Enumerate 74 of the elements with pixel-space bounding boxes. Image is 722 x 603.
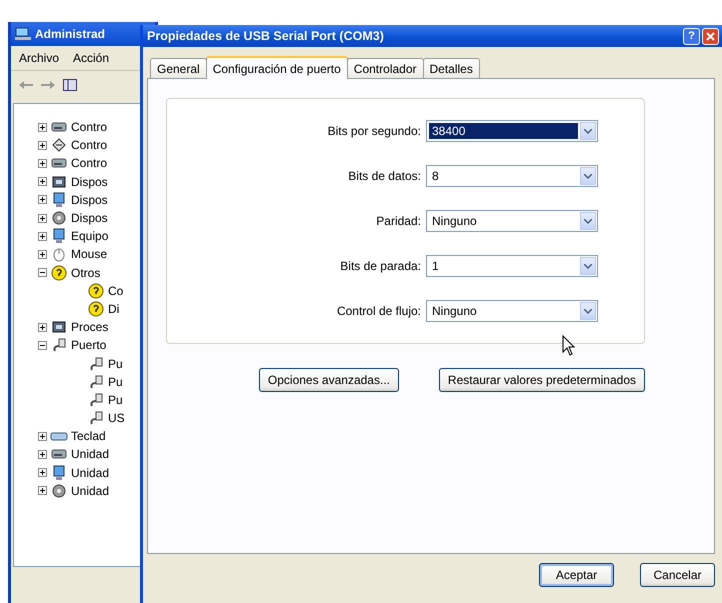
dropdown-field[interactable]: 8 bbox=[426, 165, 598, 187]
field-label: Control de flujo: bbox=[336, 304, 421, 318]
device-icon bbox=[50, 264, 68, 282]
tree-item[interactable]: Puerto bbox=[71, 338, 106, 352]
tree-item[interactable]: Proces bbox=[71, 320, 108, 334]
tab[interactable]: Configuración de puerto bbox=[206, 56, 348, 79]
expand-toggle-icon[interactable] bbox=[38, 322, 47, 332]
dropdown-value: Ninguno bbox=[431, 213, 478, 229]
advanced-options-button[interactable]: Opciones avanzadas... bbox=[258, 368, 399, 392]
tab[interactable]: General bbox=[150, 58, 207, 78]
expand-toggle-icon[interactable] bbox=[38, 450, 47, 459]
expand-toggle-icon[interactable] bbox=[38, 432, 47, 441]
dialog-title: Propiedades de USB Serial Port (COM3) bbox=[147, 29, 384, 43]
expand-toggle-icon[interactable] bbox=[38, 140, 47, 150]
field-label: Bits de datos: bbox=[347, 169, 421, 183]
tree-item[interactable]: Pu bbox=[108, 356, 123, 371]
tree-item[interactable]: Unidad bbox=[71, 466, 110, 480]
device-icon bbox=[50, 482, 68, 500]
ok-button[interactable]: Aceptar bbox=[539, 563, 614, 587]
dropdown-field[interactable]: Ninguno bbox=[426, 210, 598, 232]
expand-toggle-icon[interactable] bbox=[38, 250, 47, 259]
tree-item[interactable]: Pu bbox=[108, 392, 123, 407]
expand-toggle-icon[interactable] bbox=[38, 177, 47, 186]
tab[interactable]: Detalles bbox=[422, 58, 480, 78]
menu-item[interactable]: Acción bbox=[73, 51, 110, 65]
dropdown-value: 1 bbox=[431, 258, 440, 274]
tree-item[interactable]: Unidad bbox=[71, 447, 110, 462]
tree-item[interactable]: Otros bbox=[71, 266, 100, 280]
field-label: Paridad: bbox=[375, 214, 421, 228]
dropdown-field[interactable]: 38400 bbox=[426, 120, 598, 142]
expand-toggle-icon[interactable] bbox=[38, 122, 47, 132]
tree-item[interactable]: Contro bbox=[71, 156, 108, 170]
field-label: Bits de parada: bbox=[339, 259, 421, 273]
cancel-button[interactable]: Cancelar bbox=[640, 563, 715, 587]
expand-toggle-icon[interactable] bbox=[38, 232, 47, 241]
collapse-toggle-icon[interactable] bbox=[38, 268, 47, 278]
tree-item[interactable]: Pu bbox=[108, 374, 123, 389]
expand-toggle-icon[interactable] bbox=[38, 486, 47, 496]
computer-icon bbox=[15, 27, 31, 41]
tree-item[interactable]: Dispos bbox=[71, 211, 108, 226]
window-title: Administrad bbox=[35, 27, 106, 41]
restore-defaults-button[interactable]: Restaurar valores predeterminados bbox=[438, 368, 645, 392]
tree-item[interactable]: US bbox=[108, 411, 125, 426]
device-icon bbox=[50, 136, 68, 154]
tab[interactable]: Controlador bbox=[346, 58, 424, 78]
tree-item[interactable]: Dispos bbox=[71, 192, 108, 207]
expand-toggle-icon[interactable] bbox=[38, 195, 47, 204]
tree-item[interactable]: Co bbox=[108, 284, 124, 298]
close-icon bbox=[706, 32, 715, 40]
tree-item[interactable]: Equipo bbox=[71, 229, 108, 244]
tree-item[interactable]: Unidad bbox=[71, 484, 110, 498]
tree-item[interactable]: Contro bbox=[71, 120, 108, 134]
device-icon bbox=[87, 282, 105, 300]
dropdown-value: Ninguno bbox=[431, 303, 478, 319]
field-label: Bits por segundo: bbox=[326, 124, 421, 138]
dropdown-field[interactable]: Ninguno bbox=[426, 300, 598, 322]
dropdown-value: 8 bbox=[431, 168, 440, 184]
tree-item[interactable]: Mouse bbox=[71, 247, 108, 262]
dropdown-field[interactable]: 1 bbox=[426, 255, 598, 277]
collapse-toggle-icon[interactable] bbox=[38, 340, 47, 350]
menu-item[interactable]: Archivo bbox=[19, 51, 60, 65]
tree-item[interactable]: Di bbox=[108, 302, 120, 316]
tree-item[interactable]: Contro bbox=[71, 138, 108, 152]
expand-toggle-icon[interactable] bbox=[38, 214, 47, 223]
device-icon bbox=[50, 209, 68, 228]
expand-toggle-icon[interactable] bbox=[38, 468, 47, 478]
device-icon bbox=[87, 300, 105, 318]
dropdown-value: 38400 bbox=[429, 123, 578, 139]
tree-item[interactable]: Teclad bbox=[71, 429, 106, 444]
tree-item[interactable]: Dispos bbox=[71, 174, 108, 189]
console-tree-icon[interactable] bbox=[63, 79, 77, 91]
help-button[interactable]: ? bbox=[683, 28, 700, 44]
expand-toggle-icon[interactable] bbox=[38, 158, 47, 168]
close-button[interactable] bbox=[702, 28, 719, 44]
